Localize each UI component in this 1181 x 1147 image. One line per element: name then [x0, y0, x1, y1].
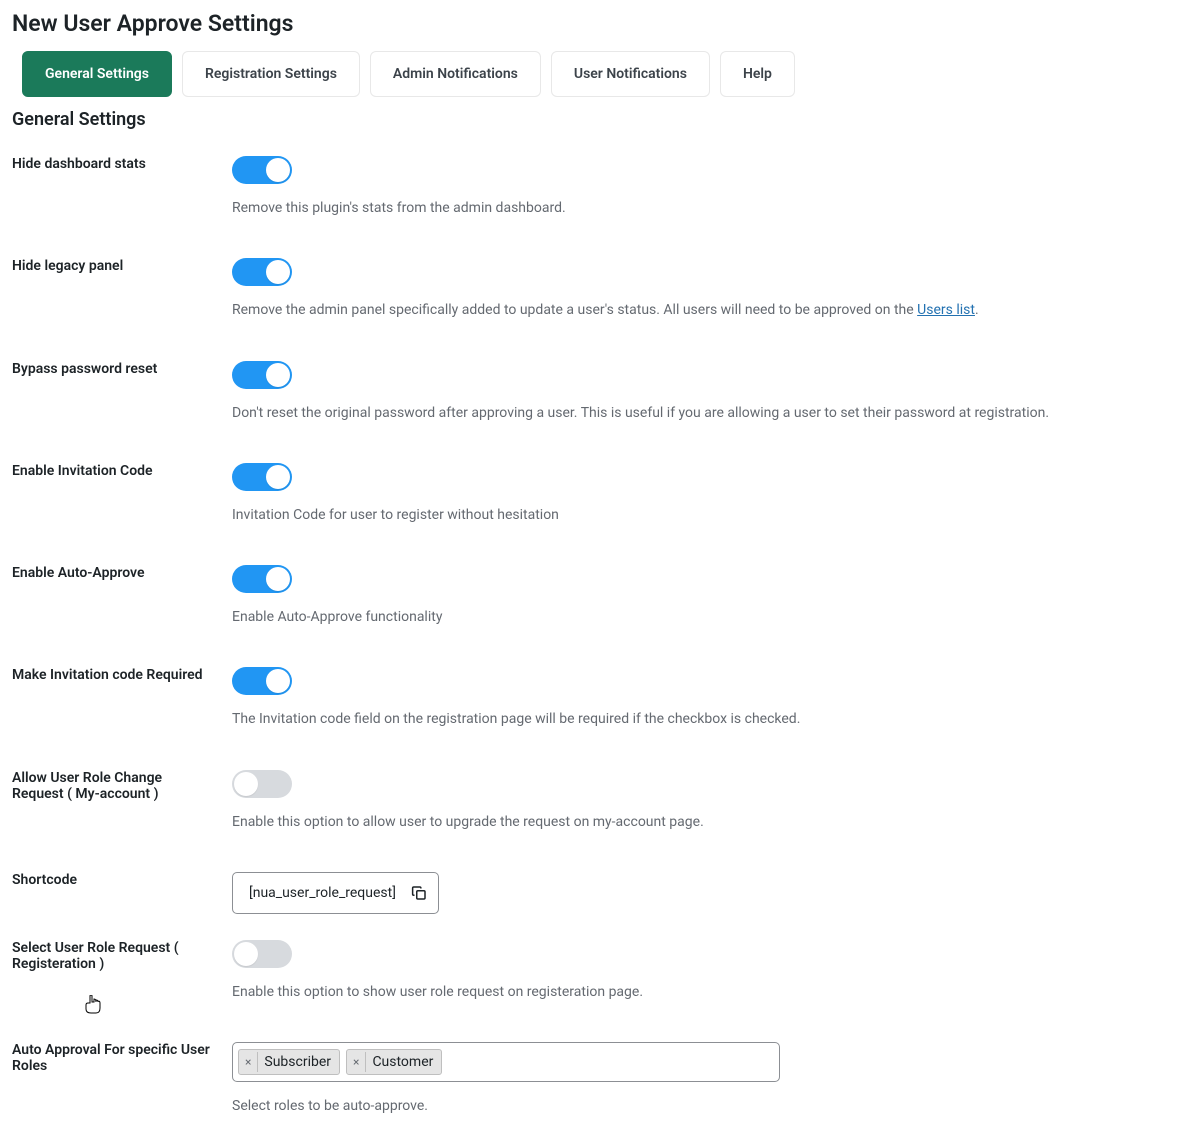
label-hide-legacy-panel: Hide legacy panel [12, 258, 232, 360]
toggle-enable-auto-approve[interactable] [232, 565, 292, 593]
label-enable-invitation-code: Enable Invitation Code [12, 463, 232, 565]
desc-hide-dashboard-stats: Remove this plugin's stats from the admi… [232, 198, 1169, 218]
page-title: New User Approve Settings [12, 10, 1169, 37]
label-enable-auto-approve: Enable Auto-Approve [12, 565, 232, 667]
label-bypass-password-reset: Bypass password reset [12, 361, 232, 463]
label-hide-dashboard-stats: Hide dashboard stats [12, 156, 232, 258]
shortcode-box: [nua_user_role_request] [232, 872, 439, 914]
desc-allow-user-role-change: Enable this option to allow user to upgr… [232, 812, 1169, 832]
tab-general-settings[interactable]: General Settings [22, 51, 172, 97]
desc-bypass-password-reset: Don't reset the original password after … [232, 403, 1169, 423]
link-users-list[interactable]: Users list [917, 302, 975, 318]
tab-user-notifications[interactable]: User Notifications [551, 51, 710, 97]
tab-admin-notifications[interactable]: Admin Notifications [370, 51, 541, 97]
auto-approval-roles-select[interactable]: × Subscriber × Customer [232, 1042, 780, 1082]
label-auto-approval-roles: Auto Approval For specific User Roles [12, 1042, 232, 1116]
section-title: General Settings [12, 109, 1169, 130]
toggle-allow-user-role-change[interactable] [232, 770, 292, 798]
tag-customer: × Customer [346, 1049, 442, 1075]
label-select-user-role-request: Select User Role Request ( Registeration… [12, 940, 232, 1042]
tab-registration-settings[interactable]: Registration Settings [182, 51, 360, 97]
desc-enable-auto-approve: Enable Auto-Approve functionality [232, 607, 1169, 627]
desc-auto-approval-roles: Select roles to be auto-approve. [232, 1096, 1169, 1116]
tag-subscriber: × Subscriber [238, 1049, 340, 1075]
tabs: General Settings Registration Settings A… [22, 51, 1169, 97]
label-shortcode: Shortcode [12, 872, 232, 940]
copy-icon[interactable] [410, 884, 428, 902]
toggle-hide-dashboard-stats[interactable] [232, 156, 292, 184]
desc-make-invitation-required: The Invitation code field on the registr… [232, 709, 1169, 729]
tab-help[interactable]: Help [720, 51, 795, 97]
desc-select-user-role-request: Enable this option to show user role req… [232, 982, 1169, 1002]
toggle-make-invitation-required[interactable] [232, 667, 292, 695]
desc-hide-legacy-panel: Remove the admin panel specifically adde… [232, 300, 1169, 320]
remove-tag-icon[interactable]: × [347, 1052, 366, 1072]
label-make-invitation-required: Make Invitation code Required [12, 667, 232, 769]
toggle-select-user-role-request[interactable] [232, 940, 292, 968]
desc-enable-invitation-code: Invitation Code for user to register wit… [232, 505, 1169, 525]
toggle-enable-invitation-code[interactable] [232, 463, 292, 491]
toggle-bypass-password-reset[interactable] [232, 361, 292, 389]
remove-tag-icon[interactable]: × [239, 1052, 258, 1072]
toggle-hide-legacy-panel[interactable] [232, 258, 292, 286]
label-allow-user-role-change: Allow User Role Change Request ( My-acco… [12, 770, 232, 872]
shortcode-text: [nua_user_role_request] [249, 885, 396, 901]
